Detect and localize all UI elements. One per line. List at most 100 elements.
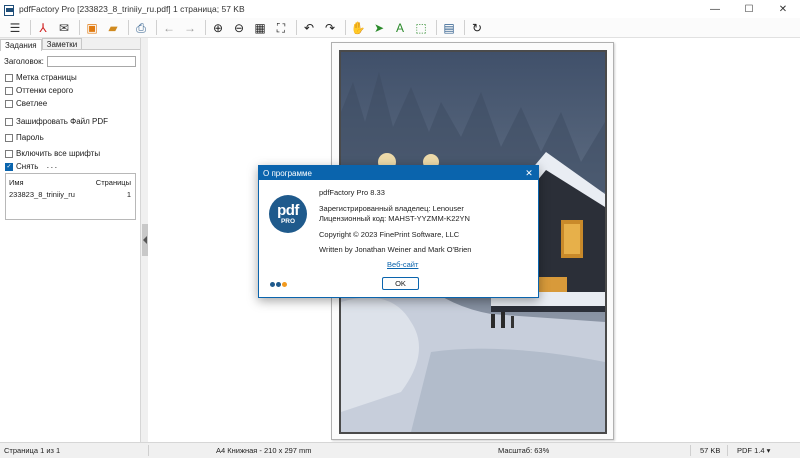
title-bar: pdfFactory Pro [233823_8_triniiy_ru.pdf]… [0, 0, 800, 18]
option-password[interactable]: Пароль [5, 131, 140, 144]
table-header: Имя Страницы [6, 177, 135, 188]
copyright-text: Copyright © 2023 FinePrint Software, LLC [319, 230, 460, 239]
about-dialog: О программе ✕ pdf PRO pdfFactory Pro 8.3… [258, 165, 539, 298]
option-label: Снять [16, 162, 39, 171]
back-arrow-icon[interactable]: ← [160, 19, 178, 37]
encrypt-checkbox[interactable] [5, 117, 13, 126]
close-button[interactable]: ✕ [766, 0, 800, 18]
registered-owner: Зарегистрированный владелец: Lenouser [319, 204, 464, 213]
option-encrypt[interactable]: Зашифровать Файл PDF [5, 115, 140, 128]
grayscale-checkbox[interactable] [5, 86, 13, 95]
option-label: Оттенки серого [16, 86, 74, 95]
maximize-button[interactable]: ☐ [732, 0, 766, 18]
undo-icon[interactable]: ↶ [300, 19, 318, 37]
toolbar-separator [79, 20, 80, 35]
toolbar-separator [436, 20, 437, 35]
toolbar-separator [156, 20, 157, 35]
option-label: Пароль [16, 133, 44, 142]
file-size-status: 57 KB [700, 446, 721, 455]
embed-fonts-checkbox[interactable] [5, 149, 13, 158]
pdffactory-app-icon [4, 4, 14, 16]
status-divider [148, 445, 149, 456]
paper-size-status: A4 Книжная - 210 x 297 mm [216, 446, 312, 455]
minimize-button[interactable]: — [698, 0, 732, 18]
toolbar-separator [30, 20, 31, 35]
toolbar-separator [205, 20, 206, 35]
dialog-close-button[interactable]: ✕ [520, 168, 538, 179]
thumbnails-grid-icon[interactable]: ▦ [251, 19, 269, 37]
option-label: Метка страницы [16, 73, 77, 82]
column-pages-header[interactable]: Страницы [96, 178, 131, 187]
website-link[interactable]: Веб-сайт [387, 260, 418, 269]
option-label: Светлее [16, 99, 48, 108]
brand-dot [282, 282, 287, 287]
email-icon[interactable]: ✉ [55, 19, 73, 37]
tab-jobs[interactable]: Задания [0, 39, 42, 51]
more-options-button[interactable]: ··· [46, 162, 58, 172]
pdf-pro-logo: pdf PRO [269, 195, 307, 233]
fit-page-icon[interactable]: ⛶ [272, 19, 290, 37]
menu-icon[interactable]: ☰ [6, 19, 24, 37]
brand-dot [276, 282, 281, 287]
select-region-icon[interactable]: ⬚ [412, 19, 430, 37]
file-list-table: Имя Страницы 233823_8_triniiy_ru 1 [5, 173, 136, 220]
file-name-cell: 233823_8_triniiy_ru [9, 190, 75, 199]
ok-button[interactable]: OK [382, 277, 419, 290]
panel-tabs: Задания Заметки [0, 38, 140, 51]
dialog-title-bar: О программе ✕ [259, 166, 538, 180]
brand-dot [270, 282, 275, 287]
left-panel: Задания Заметки Заголовок: Метка страниц… [0, 38, 141, 442]
toolbar-separator [464, 20, 465, 35]
option-label: Включить все шрифты [16, 149, 101, 158]
open-folder-icon[interactable]: ▰ [104, 19, 122, 37]
logo-pdf-text: pdf [277, 201, 299, 219]
option-page-label[interactable]: Метка страницы [5, 71, 140, 84]
select-arrow-icon[interactable]: ➤ [370, 19, 388, 37]
document-info-icon[interactable]: ▤ [440, 19, 458, 37]
remove-checkbox[interactable]: ✓ [5, 162, 13, 171]
title-field-row: Заголовок: [4, 56, 136, 67]
page-label-checkbox[interactable] [5, 73, 13, 82]
window-title: pdfFactory Pro [233823_8_triniiy_ru.pdf]… [19, 4, 245, 14]
refresh-icon[interactable]: ↻ [468, 19, 486, 37]
status-bar: Страница 1 из 1 A4 Книжная - 210 x 297 m… [0, 442, 800, 458]
lighter-checkbox[interactable] [5, 99, 13, 108]
license-code: Лицензионный код: MAHST-YYZMM-K22YN [319, 214, 470, 223]
status-divider [690, 445, 691, 456]
table-row[interactable]: 233823_8_triniiy_ru 1 [6, 189, 135, 200]
redo-icon[interactable]: ↷ [321, 19, 339, 37]
product-version: pdfFactory Pro 8.33 [319, 188, 385, 197]
toolbar-separator [296, 20, 297, 35]
logo-pro-text: PRO [280, 217, 296, 225]
tab-notes[interactable]: Заметки [41, 38, 83, 49]
option-lighter[interactable]: Светлее [5, 97, 140, 110]
zoom-status: Масштаб: 63% [498, 446, 550, 455]
print-icon[interactable]: ⎙ [132, 19, 150, 37]
toolbar-separator [128, 20, 129, 35]
option-grayscale[interactable]: Оттенки серого [5, 84, 140, 97]
forward-arrow-icon[interactable]: → [181, 19, 199, 37]
title-field-label: Заголовок: [4, 57, 44, 66]
zoom-in-icon[interactable]: ⊕ [209, 19, 227, 37]
dialog-title: О программе [263, 168, 312, 178]
toolbar-separator [345, 20, 346, 35]
main-toolbar: ☰ ⅄ ✉ ▣ ▰ ⎙ ← → ⊕ ⊖ ▦ ⛶ ↶ ↷ ✋ ➤ A ⬚ ▤ ↻ [0, 18, 800, 38]
text-tool-icon[interactable]: A [391, 19, 409, 37]
pdf-acrobat-icon[interactable]: ⅄ [34, 19, 52, 37]
save-icon[interactable]: ▣ [83, 19, 101, 37]
window-controls: — ☐ ✕ [698, 0, 800, 18]
dialog-body: pdf PRO pdfFactory Pro 8.33 Зарегистриро… [259, 180, 538, 297]
option-label: Зашифровать Файл PDF [16, 117, 109, 126]
password-checkbox[interactable] [5, 133, 13, 142]
column-name-header[interactable]: Имя [9, 178, 24, 187]
hand-tool-icon[interactable]: ✋ [349, 19, 367, 37]
option-remove[interactable]: ✓ Снять ··· [5, 160, 140, 173]
zoom-out-icon[interactable]: ⊖ [230, 19, 248, 37]
file-pages-cell: 1 [126, 190, 131, 199]
brand-dots [270, 282, 288, 287]
option-embed-fonts[interactable]: Включить все шрифты [5, 147, 140, 160]
title-input[interactable] [46, 56, 136, 67]
pdf-version-dropdown[interactable]: PDF 1.4 ▾ [737, 446, 770, 455]
authors-text: Written by Jonathan Weiner and Mark O'Br… [319, 245, 472, 254]
page-count-status: Страница 1 из 1 [4, 446, 61, 455]
